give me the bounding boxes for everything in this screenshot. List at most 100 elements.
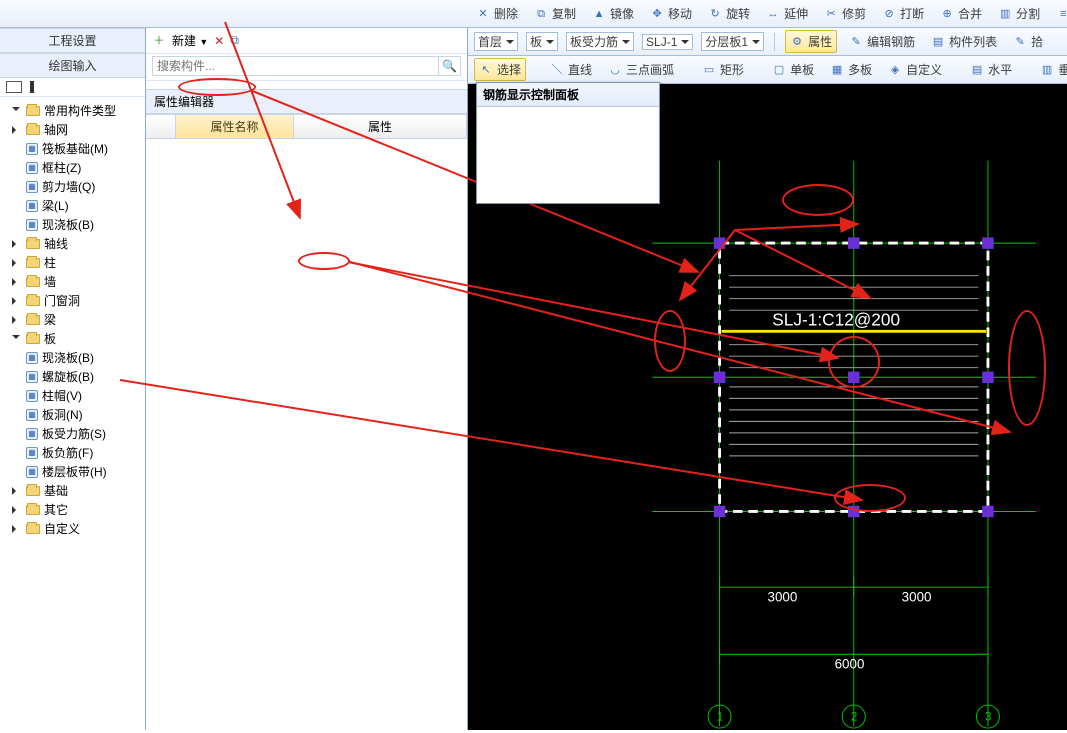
mini-left-icon[interactable] <box>30 81 38 93</box>
btn-edit-rebar[interactable]: ✎编辑钢筋 <box>845 31 919 52</box>
btn-rotate[interactable]: ↻旋转 <box>704 3 754 24</box>
tree-item[interactable]: ▦板受力筋(S) <box>0 424 145 443</box>
btn-select[interactable]: ↖选择 <box>474 58 526 81</box>
anno-ellipse-center <box>828 336 880 388</box>
tree-item[interactable]: ▦楼层板带(H) <box>0 462 145 481</box>
tree-item[interactable]: 梁 <box>0 310 145 329</box>
tree-item[interactable]: ▦梁(L) <box>0 196 145 215</box>
tree-item[interactable]: 柱 <box>0 253 145 272</box>
mini-frame-icon[interactable] <box>6 81 22 93</box>
top-toolbar: ✕删除 ⧉复制 ▲镜像 ✥移动 ↻旋转 ↔延伸 ✂修剪 ⊘打断 ⊕合并 ▥分割 … <box>0 0 1067 28</box>
btn-mirror[interactable]: ▲镜像 <box>588 3 638 24</box>
tree-item[interactable]: ▦现浇板(B) <box>0 348 145 367</box>
col-val: 属性 <box>294 115 467 138</box>
pencil-icon: ✎ <box>849 35 863 49</box>
left-tab-draw[interactable]: 绘图输入 <box>0 53 145 78</box>
trim-icon: ✂ <box>824 7 838 21</box>
axis-1: 1 <box>717 711 723 723</box>
btn-extend[interactable]: ↔延伸 <box>762 3 812 24</box>
tree-item[interactable]: 墙 <box>0 272 145 291</box>
btn-delete[interactable]: ✕删除 <box>472 3 522 24</box>
anno-ellipse-tree <box>178 78 256 96</box>
btn-single[interactable]: ▢单板 <box>768 59 818 80</box>
btn-trim[interactable]: ✂修剪 <box>820 3 870 24</box>
tree-item[interactable]: ▦螺旋板(B) <box>0 367 145 386</box>
eyedrop-icon: ✎ <box>1013 35 1027 49</box>
search-input[interactable] <box>152 56 439 76</box>
btn-split[interactable]: ▥分割 <box>994 3 1044 24</box>
btn-level[interactable]: ▤水平 <box>966 59 1016 80</box>
list-icon: ▤ <box>931 35 945 49</box>
btn-multi[interactable]: ▦多板 <box>826 59 876 80</box>
merge-icon: ⊕ <box>940 7 954 21</box>
mirror-icon: ▲ <box>592 7 606 21</box>
tree-item[interactable]: ▦柱帽(V) <box>0 386 145 405</box>
cbo-inst[interactable]: SLJ-1 <box>642 34 693 50</box>
move-icon: ✥ <box>650 7 664 21</box>
tree-item[interactable]: ▦板负筋(F) <box>0 443 145 462</box>
delete-icon: ✕ <box>476 7 490 21</box>
dim-6000: 6000 <box>835 657 865 672</box>
gear-icon: ⚙ <box>790 35 804 49</box>
tree-item[interactable]: ▦现浇板(B) <box>0 215 145 234</box>
vert-icon: ▥ <box>1040 63 1054 77</box>
tree-item[interactable]: 基础 <box>0 481 145 500</box>
tree-item[interactable]: 常用构件类型 <box>0 101 145 120</box>
btn-vert[interactable]: ▥垂 <box>1036 59 1067 80</box>
multi-icon: ▦ <box>830 63 844 77</box>
btn-break[interactable]: ⊘打断 <box>878 3 928 24</box>
tree-item[interactable]: 板 <box>0 329 145 348</box>
anno-ellipse-right <box>1008 310 1046 426</box>
btn-copy[interactable]: ⧉复制 <box>530 3 580 24</box>
anno-ellipse-val <box>298 252 350 270</box>
cbo-comp[interactable]: 板 <box>526 32 558 51</box>
left-tab-project[interactable]: 工程设置 <box>0 28 145 53</box>
cbo-type[interactable]: 板受力筋 <box>566 32 634 51</box>
btn-attr[interactable]: ⚙属性 <box>785 30 837 53</box>
btn-custom[interactable]: ◈自定义 <box>884 59 946 80</box>
anno-ellipse-bottom <box>834 484 906 512</box>
btn-comp-list[interactable]: ▤构件列表 <box>927 31 1001 52</box>
cbo-floor[interactable]: 分层板1 <box>701 32 764 51</box>
rect-icon: ▭ <box>702 63 716 77</box>
left-mini-toolbar <box>0 78 145 97</box>
tree-item[interactable]: 轴线 <box>0 234 145 253</box>
tree-item[interactable]: ▦板洞(N) <box>0 405 145 424</box>
anno-ellipse-top <box>782 184 854 216</box>
tree-item[interactable]: 其它 <box>0 500 145 519</box>
btn-new[interactable]: 新建 ▼ <box>172 32 208 49</box>
copy-icon: ⧉ <box>534 7 548 21</box>
btn-arc[interactable]: ◡三点画弧 <box>604 59 678 80</box>
line-icon: ＼ <box>550 63 564 77</box>
dim-3000-r: 3000 <box>902 590 932 605</box>
search-button[interactable]: 🔍 <box>439 56 461 76</box>
btn-line[interactable]: ＼直线 <box>546 59 596 80</box>
single-icon: ▢ <box>772 63 786 77</box>
btn-move[interactable]: ✥移动 <box>646 3 696 24</box>
btn-copy2[interactable]: ⧉ <box>230 33 239 48</box>
btn-merge[interactable]: ⊕合并 <box>936 3 986 24</box>
btn-del[interactable]: ✕ <box>214 34 224 48</box>
tool-row-2: ↖选择 ＼直线 ◡三点画弧 ▭矩形 ▢单板 ▦多板 ◈自定义 ▤水平 ▥垂 <box>468 56 1067 84</box>
tree-item[interactable]: 轴网 <box>0 120 145 139</box>
btn-align[interactable]: ≡对齐 <box>1052 3 1067 24</box>
tree-item[interactable]: 自定义 <box>0 519 145 538</box>
middle-panel: ＋ 新建 ▼ ✕ ⧉ 🔍 属性编辑器 属性名称 属性 <box>146 28 468 730</box>
btn-rect[interactable]: ▭矩形 <box>698 59 748 80</box>
search-row: 🔍 <box>146 54 467 81</box>
property-head: 属性名称 属性 <box>146 115 467 139</box>
tree-item[interactable]: 门窗洞 <box>0 291 145 310</box>
mid-toolbar: ＋ 新建 ▼ ✕ ⧉ <box>146 28 467 54</box>
tree-item[interactable]: ▦框柱(Z) <box>0 158 145 177</box>
search-icon: 🔍 <box>442 59 457 73</box>
anno-ellipse-left <box>654 310 686 372</box>
cursor-icon: ↖ <box>479 63 493 77</box>
rotate-icon: ↻ <box>708 7 722 21</box>
tree-item[interactable]: ▦筏板基础(M) <box>0 139 145 158</box>
rebar-display-panel[interactable]: 钢筋显示控制面板 <box>476 82 660 204</box>
btn-pick[interactable]: ✎拾 <box>1009 31 1047 52</box>
cbo-layer[interactable]: 首层 <box>474 32 518 51</box>
tree-item[interactable]: ▦剪力墙(Q) <box>0 177 145 196</box>
arc-icon: ◡ <box>608 63 622 77</box>
axis-3: 3 <box>985 711 991 723</box>
